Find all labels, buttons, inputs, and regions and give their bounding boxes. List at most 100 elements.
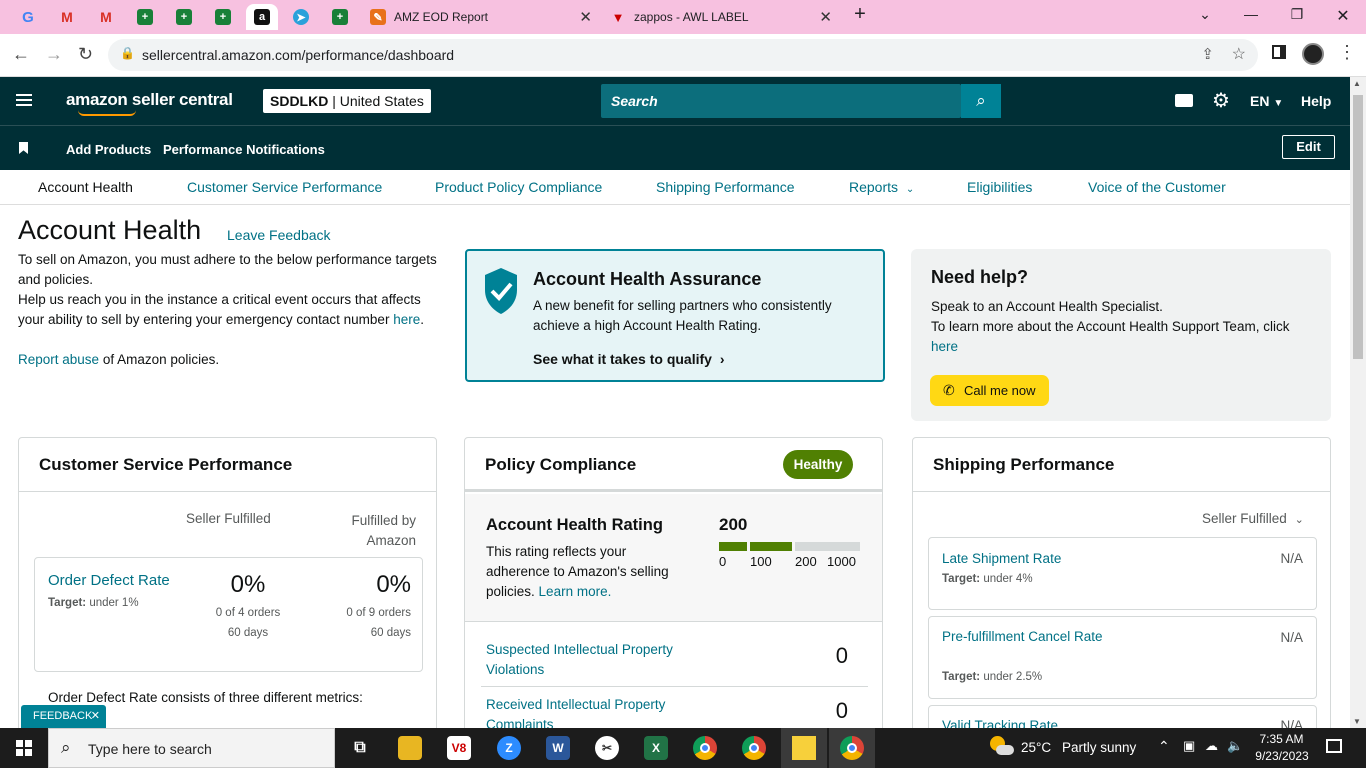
sticky-notes-button[interactable]	[781, 728, 827, 768]
shipping-metric-row: Pre-fulfillment Cancel Rate N/A Target: …	[928, 616, 1317, 699]
order-defect-rate-box: Order Defect Rate Target: under 1% 0% 0 …	[34, 557, 423, 672]
voicemeeter-icon[interactable]: V8	[447, 736, 471, 760]
feedback-tab[interactable]: FEEDBACK ✕	[21, 705, 106, 728]
close-window-button[interactable]: ✕	[1328, 6, 1358, 26]
side-panel-icon[interactable]	[1272, 45, 1286, 59]
close-icon[interactable]: ✕	[91, 705, 100, 728]
device-icon[interactable]: ▣	[1183, 738, 1195, 754]
chevron-up-icon[interactable]: ⌃	[1158, 738, 1170, 755]
maximize-button[interactable]: ❐	[1282, 6, 1312, 23]
network-icon[interactable]: ☁	[1205, 738, 1218, 754]
notifications-icon[interactable]	[1326, 739, 1342, 753]
tab-product-policy-compliance[interactable]: Product Policy Compliance	[435, 179, 602, 195]
forward-icon[interactable]: →	[45, 44, 63, 65]
tab-voice-of-the-customer[interactable]: Voice of the Customer	[1088, 179, 1226, 195]
reload-icon[interactable]: ↻	[78, 44, 93, 65]
telegram-icon: ➤	[293, 9, 309, 25]
leave-feedback-link[interactable]: Leave Feedback	[227, 227, 331, 243]
share-icon[interactable]: ⇪	[1201, 45, 1214, 63]
edit-button[interactable]: Edit	[1282, 135, 1335, 159]
chrome-icon[interactable]	[742, 736, 766, 760]
pinned-tab-telegram[interactable]: ➤	[285, 4, 317, 30]
bookmark-icon[interactable]	[19, 142, 28, 154]
pinned-tab-google[interactable]: G	[12, 4, 44, 30]
pinned-tab-sheets-4[interactable]: +	[324, 4, 356, 30]
support-team-link[interactable]: here	[931, 339, 958, 354]
language-selector[interactable]: EN ▼	[1250, 93, 1283, 109]
taskbar-search-box[interactable]: ⌕ Type here to search	[48, 728, 335, 768]
help-text: Speak to an Account Health Specialist. T…	[931, 299, 1290, 354]
pinned-tab-gmail-2[interactable]: M	[90, 4, 122, 30]
page-title: Account Health	[18, 215, 202, 245]
gear-icon[interactable]: ⚙	[1212, 88, 1230, 113]
file-explorer-icon[interactable]	[398, 736, 422, 760]
excel-icon[interactable]: X	[644, 736, 668, 760]
pinned-tab-amazon[interactable]: a	[246, 4, 278, 30]
gauge-scale-200: 200	[795, 554, 817, 569]
nav-performance-notifications[interactable]: Performance Notifications	[163, 142, 325, 157]
clock-time[interactable]: 7:35 AM	[1254, 732, 1309, 746]
metric-link[interactable]: Pre-fulfillment Cancel Rate	[942, 627, 1122, 647]
report-abuse-link[interactable]: Report abuse	[18, 352, 99, 367]
search-input[interactable]: Search	[601, 84, 961, 118]
amazon-icon: a	[254, 9, 270, 25]
policy-compliance-card: Policy Compliance Healthy Account Health…	[464, 437, 883, 737]
fulfillment-filter[interactable]: Seller Fulfilled ⌄	[1202, 511, 1304, 526]
gmail-icon: M	[61, 9, 73, 25]
tab-account-health[interactable]: Account Health	[38, 179, 133, 195]
new-tab-button[interactable]: +	[845, 3, 875, 26]
chrome-active-button[interactable]	[829, 728, 875, 768]
see-what-it-takes-link[interactable]: See what it takes to qualify ›	[533, 351, 725, 367]
windows-start-icon[interactable]	[16, 740, 32, 756]
zoom-icon[interactable]: Z	[497, 736, 521, 760]
metric-link[interactable]: Late Shipment Rate	[942, 551, 1061, 566]
store-selector[interactable]: SDDLKD | United States	[263, 89, 431, 113]
scroll-up-icon[interactable]: ▲	[1353, 79, 1361, 88]
tab-customer-service-performance[interactable]: Customer Service Performance	[187, 179, 382, 195]
tab-title: zappos - AWL LABEL	[634, 10, 749, 24]
learn-more-link[interactable]: Learn more.	[539, 584, 612, 599]
search-button[interactable]: ⌕	[961, 84, 1001, 118]
order-defect-rate-link[interactable]: Order Defect Rate	[48, 572, 170, 589]
ahr-value: 200	[719, 515, 748, 534]
tab-amz-eod-report[interactable]: ✎ AMZ EOD Report ✕	[362, 4, 600, 30]
profile-avatar[interactable]	[1302, 43, 1324, 65]
hamburger-menu-icon[interactable]	[16, 94, 32, 106]
snipping-tool-icon[interactable]: ✂	[595, 736, 619, 760]
nav-add-products[interactable]: Add Products	[66, 142, 151, 157]
omnibox[interactable]: 🔒 sellercentral.amazon.com/performance/d…	[108, 39, 1258, 71]
pinned-tab-gmail-1[interactable]: M	[51, 4, 83, 30]
close-icon[interactable]: ✕	[819, 8, 832, 26]
volume-icon[interactable]: 🔈	[1227, 738, 1243, 754]
pinned-tab-sheets-2[interactable]: +	[168, 4, 200, 30]
close-icon[interactable]: ✕	[579, 8, 592, 26]
page-scrollbar[interactable]: ▲ ▼	[1350, 77, 1366, 728]
back-icon[interactable]: ←	[12, 44, 30, 65]
call-me-now-button[interactable]: ✆ Call me now	[930, 375, 1049, 406]
tab-reports[interactable]: Reports ⌄	[849, 179, 914, 195]
tab-search-icon[interactable]: ⌄	[1190, 6, 1220, 23]
clock-date[interactable]: 9/23/2023	[1252, 749, 1312, 763]
pinned-tab-sheets-1[interactable]: +	[129, 4, 161, 30]
chevron-down-icon: ⌄	[1294, 514, 1304, 526]
menu-icon[interactable]: ⋮	[1338, 42, 1356, 63]
policy-row-label[interactable]: Suspected Intellectual Property Violatio…	[486, 640, 706, 680]
policy-row[interactable]: Suspected Intellectual Property Violatio…	[481, 634, 868, 687]
help-link[interactable]: Help	[1301, 93, 1331, 109]
star-icon[interactable]: ☆	[1232, 44, 1246, 64]
policy-row-value: 0	[835, 643, 848, 668]
emergency-contact-link[interactable]: here	[393, 312, 420, 327]
chrome-icon[interactable]	[693, 736, 717, 760]
mail-icon[interactable]	[1175, 94, 1193, 107]
scroll-down-icon[interactable]: ▼	[1353, 717, 1361, 726]
task-view-icon[interactable]: ⧉	[348, 736, 372, 760]
scrollbar-thumb[interactable]	[1353, 95, 1363, 359]
word-icon[interactable]: W	[546, 736, 570, 760]
seller-central-logo[interactable]: amazon seller central	[66, 90, 233, 110]
tab-eligibilities[interactable]: Eligibilities	[967, 179, 1032, 195]
weather-icon[interactable]	[988, 736, 1014, 758]
minimize-button[interactable]: —	[1236, 6, 1266, 22]
tab-shipping-performance[interactable]: Shipping Performance	[656, 179, 795, 195]
tab-zappos[interactable]: ▼ zappos - AWL LABEL ✕	[602, 4, 840, 30]
pinned-tab-sheets-3[interactable]: +	[207, 4, 239, 30]
